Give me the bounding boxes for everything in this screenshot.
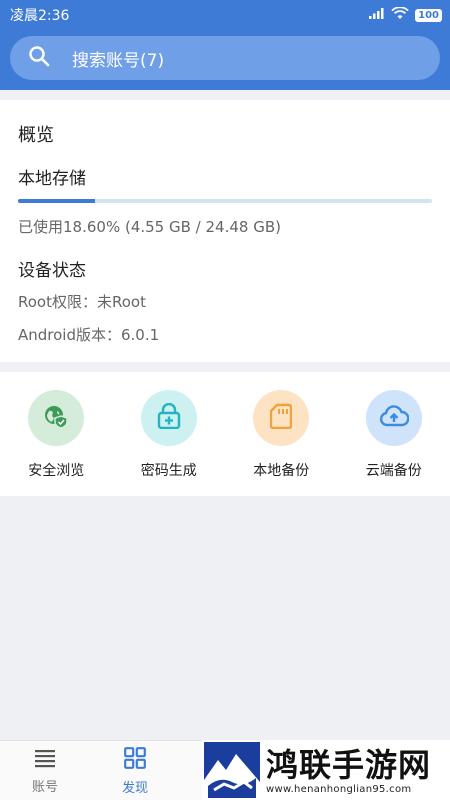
nav-discover[interactable]: 发现 [90,741,180,800]
tool-label: 密码生成 [140,463,197,479]
overview-card: 概览 本地存储 已使用18.60% (4.55 GB / 24.48 GB) 设… [0,100,450,362]
shield-globe-icon [43,403,69,433]
storage-progress-fill [18,199,95,203]
grid-icon [124,746,146,773]
storage-label: 本地存储 [18,169,86,189]
tool-local-backup[interactable]: 本地备份 [225,372,338,496]
search-placeholder[interactable]: 搜索账号(7) [72,46,164,71]
watermark-title: 鸿联手游网 [266,745,432,784]
tool-label: 安全浏览 [28,463,85,479]
tool-label: 云端备份 [365,463,422,479]
site-watermark: 鸿联手游网 www.henanhonglian95.com [202,740,450,800]
tool-icon-bg [28,390,85,446]
android-version-text: Android版本：6.0.1 [18,326,160,344]
overview-title: 概览 [18,125,54,146]
tool-label: 本地备份 [253,463,310,479]
cloud-upload-icon [379,405,410,431]
tool-icon-bg [365,390,422,446]
app-bar: 搜索账号(7) [0,30,450,90]
signal-icon [369,7,385,23]
status-bar: 凌晨2:36 100 [0,0,450,30]
battery-indicator: 100 [415,8,442,22]
watermark-url: www.henanhonglian95.com [266,783,412,795]
storage-progress-bar [18,199,432,203]
nav-discover-label: 发现 [121,780,148,796]
tools-card: 安全浏览 密码生成 本地备份 云端备份 [0,372,450,496]
tool-icon-bg [140,390,197,446]
search-icon [28,45,50,71]
sd-card-icon [270,403,293,433]
tool-secure-browse[interactable]: 安全浏览 [0,372,113,496]
tool-password-generator[interactable]: 密码生成 [113,372,226,496]
tool-cloud-backup[interactable]: 云端备份 [338,372,450,496]
list-icon [34,748,56,772]
storage-usage-text: 已使用18.60% (4.55 GB / 24.48 GB) [18,218,281,236]
root-status-text: Root权限：未Root [18,293,146,311]
wifi-icon [391,5,409,24]
watermark-logo [204,742,260,798]
tool-icon-bg [253,390,310,446]
nav-accounts[interactable]: 账号 [0,741,90,800]
search-bar[interactable]: 搜索账号(7) [10,36,440,80]
watermark-text: 鸿联手游网 www.henanhonglian95.com [266,746,431,795]
device-status-title: 设备状态 [18,261,86,281]
lock-plus-icon [157,402,181,433]
nav-accounts-label: 账号 [31,779,58,795]
status-time: 凌晨2:36 [10,8,70,24]
status-icons: 100 [369,5,442,24]
